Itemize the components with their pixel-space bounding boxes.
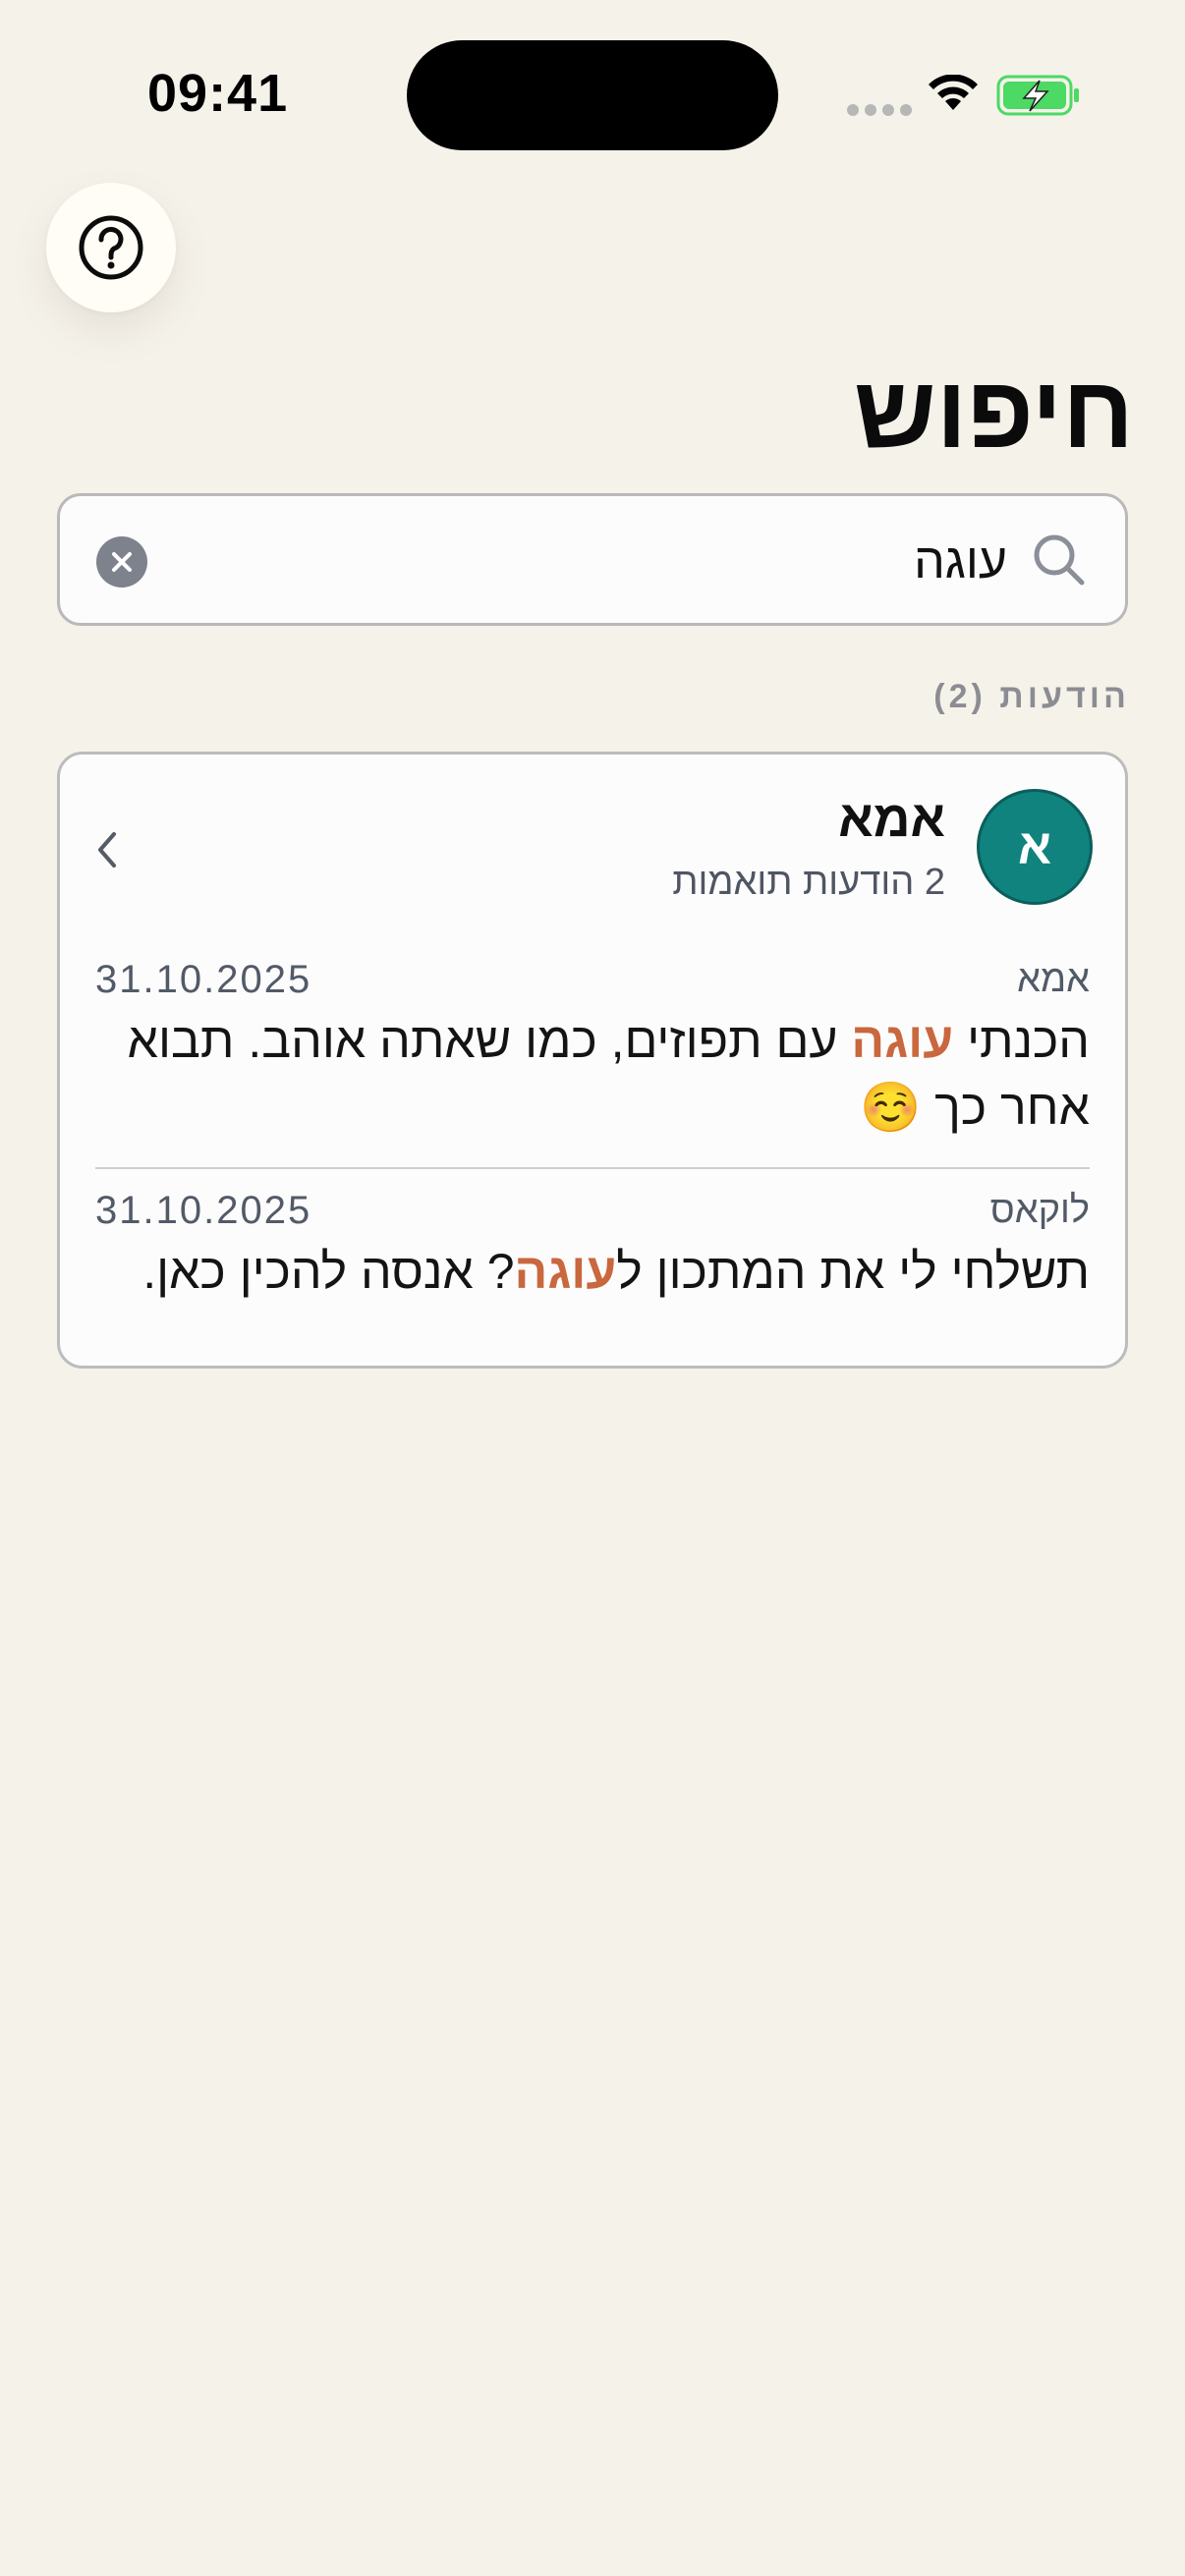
message-result-2[interactable]: לוקאס 31.10.2025 תשלחי לי את המתכון לעוג…	[95, 1187, 1090, 1305]
conversation-name: אמא	[838, 791, 945, 848]
match-count: 2 הודעות תואמות	[672, 862, 945, 903]
search-icon	[1034, 534, 1085, 586]
question-circle-icon	[79, 215, 143, 280]
search-highlight: עוגה	[514, 1244, 617, 1299]
message-sender: אמא	[1017, 959, 1090, 1000]
message-text-before: הכנתי	[953, 1013, 1090, 1068]
help-button[interactable]	[46, 183, 176, 312]
message-text: הכנתי עוגה עם תפוזים, כמו שאתה אוהב. תבו…	[95, 1007, 1090, 1141]
cellular-signal-icon	[847, 104, 912, 116]
message-text: תשלחי לי את המתכון לעוגה? אנסה להכין כאן…	[95, 1238, 1090, 1305]
message-text-before: תשלחי לי את המתכון ל	[616, 1244, 1090, 1299]
message-date: 31.10.2025	[95, 1189, 312, 1232]
avatar: א	[977, 789, 1093, 905]
message-result-1[interactable]: אמא 31.10.2025 הכנתי עוגה עם תפוזים, כמו…	[95, 956, 1090, 1141]
clear-search-button[interactable]	[96, 536, 147, 588]
message-date: 31.10.2025	[95, 958, 312, 1001]
message-sender: לוקאס	[989, 1190, 1090, 1231]
search-screen: 09:41 חיפוש עוגה הודעות (2) א אמא 2 הודע…	[0, 0, 1185, 2576]
page-title: חיפוש	[853, 356, 1134, 470]
message-text-after: ? אנסה להכין כאן.	[142, 1244, 515, 1299]
status-bar: 09:41	[0, 0, 1185, 187]
search-highlight: עוגה	[851, 1013, 954, 1068]
messages-section-header: הודעות (2)	[933, 678, 1130, 715]
dynamic-island	[407, 40, 778, 150]
status-time: 09:41	[147, 64, 289, 123]
conversation-header[interactable]: א אמא 2 הודעות תואמות	[60, 755, 1125, 926]
battery-charging-icon	[996, 75, 1079, 116]
message-divider	[95, 1167, 1090, 1169]
close-icon	[112, 552, 132, 572]
wifi-icon	[929, 75, 978, 110]
search-input[interactable]	[221, 530, 1007, 592]
search-bar[interactable]	[57, 493, 1128, 626]
chevron-left-icon	[98, 832, 116, 868]
conversation-result-card: א אמא 2 הודעות תואמות אמא 31.10.2025 הכנ…	[57, 752, 1128, 1369]
